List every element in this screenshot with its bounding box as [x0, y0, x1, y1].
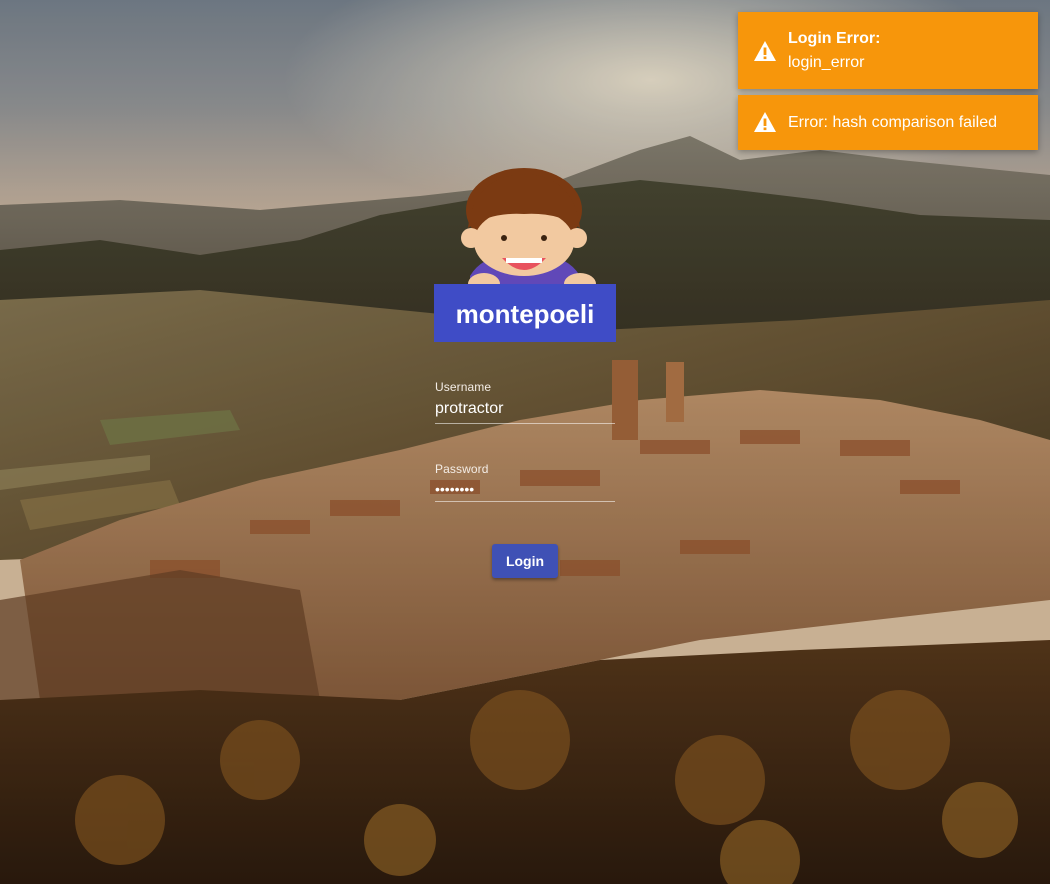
- hash-error-toast[interactable]: Error: hash comparison failed: [738, 95, 1038, 150]
- toast-text: Error: hash comparison failed: [788, 113, 1028, 133]
- password-label: Password: [435, 462, 489, 476]
- login-panel: montepoeli Username Password Login: [434, 168, 616, 578]
- toast-text: Login Error: login_error: [788, 29, 1028, 73]
- username-label: Username: [435, 380, 492, 394]
- girl-mascot-icon: [461, 168, 596, 295]
- warning-icon: [754, 41, 776, 61]
- montepoeli-logo: montepoeli: [434, 168, 616, 342]
- warning-icon: [754, 112, 776, 132]
- username-input[interactable]: [435, 398, 615, 424]
- toast-title: Login Error:: [788, 30, 881, 47]
- login-page: montepoeli Username Password Login Login…: [0, 0, 1050, 884]
- logo-text: montepoeli: [456, 299, 595, 329]
- login-error-toast[interactable]: Login Error: login_error: [738, 12, 1038, 89]
- toast-container: Login Error: login_error Error: hash com…: [738, 12, 1038, 156]
- password-field-group: Password: [435, 462, 615, 502]
- toast-message: Error: hash comparison failed: [788, 114, 997, 131]
- password-input[interactable]: [435, 480, 615, 502]
- toast-message: login_error: [788, 54, 865, 71]
- username-field-group: Username: [435, 380, 615, 424]
- login-button[interactable]: Login: [492, 544, 558, 578]
